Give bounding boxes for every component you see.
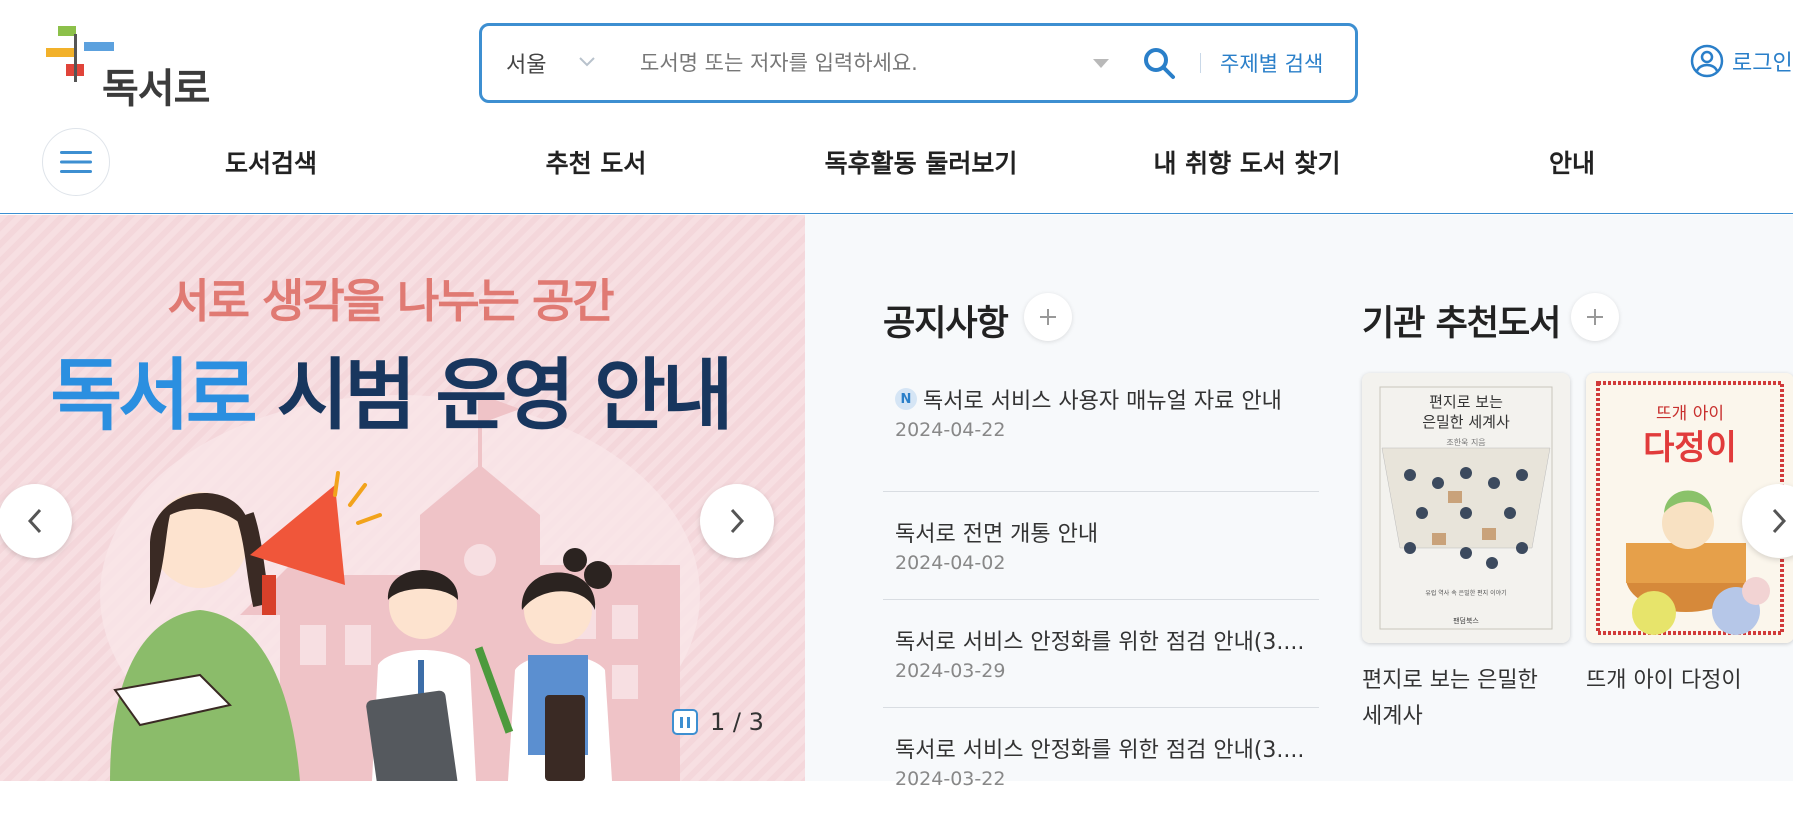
banner-page-indicator: 1 / 3 [710,708,764,736]
svg-text:편지로 보는: 편지로 보는 [1429,393,1503,411]
search-input[interactable] [640,44,1060,82]
plus-icon [1587,309,1603,325]
notice-item[interactable]: N 독서로 서비스 사용자 매뉴얼 자료 안내 2024-04-22 [883,375,1319,492]
login-button[interactable]: 로그인 [1690,44,1793,78]
book-card[interactable]: 편지로 보는 은밀한 세계사 조한욱 지음 유럽 역사 속 은밀한 편지 이야기… [1362,373,1570,735]
book-title: 편지로 보는 은밀한 세계사 [1362,668,1538,729]
banner-title-part1: 독서로 [50,351,257,441]
chevron-left-icon [27,508,42,534]
notice-title: 독서로 전면 개통 안내 [895,522,1099,547]
banner-next-button[interactable] [700,484,774,558]
notice-date: 2024-03-22 [895,768,1006,790]
notice-date: 2024-03-29 [895,660,1006,682]
chevron-right-icon [1772,508,1787,534]
nav-item-recommended-books[interactable]: 추천 도서 [546,144,647,180]
promo-banner[interactable]: 서로 생각을 나누는 공간 독서로 시범 운영 안내 1 / 3 [0,215,805,781]
menu-button[interactable] [42,128,110,196]
nav-item-taste-books[interactable]: 내 취향 도서 찾기 [1153,144,1340,180]
book-cover-art: 편지로 보는 은밀한 세계사 조한욱 지음 유럽 역사 속 은밀한 편지 이야기… [1362,373,1570,643]
svg-text:다정이: 다정이 [1643,428,1737,468]
chevron-down-icon[interactable] [577,55,597,69]
notice-item[interactable]: 독서로 서비스 안정화를 위한 점검 안내(3.... 2024-03-29 [883,600,1319,708]
nav-item-guide[interactable]: 안내 [1549,144,1595,180]
search-icon[interactable] [1140,44,1178,82]
book-cover: 편지로 보는 은밀한 세계사 조한욱 지음 유럽 역사 속 은밀한 편지 이야기… [1362,373,1570,643]
notices-title: 공지사항 [883,304,1009,344]
notice-list: N 독서로 서비스 사용자 매뉴얼 자료 안내 2024-04-22 독서로 전… [883,375,1319,816]
pause-icon [680,716,683,728]
pause-button[interactable] [672,709,698,735]
svg-text:은밀한 세계사: 은밀한 세계사 [1422,413,1510,431]
notice-date: 2024-04-22 [895,419,1006,441]
book-title: 뜨개 아이 다정이 [1586,668,1742,693]
user-icon [1690,44,1724,78]
notice-title: 독서로 서비스 사용자 매뉴얼 자료 안내 [923,389,1282,414]
new-badge: N [895,388,917,410]
main-nav: 도서검색 추천 도서 독후활동 둘러보기 내 취향 도서 찾기 안내 [0,122,1793,214]
svg-text:뜨개 아이: 뜨개 아이 [1656,404,1724,424]
login-label: 로그인 [1732,51,1793,76]
svg-text:조한욱 지음: 조한욱 지음 [1446,438,1485,447]
site-header: 독서로 서울 주제별 검색 로그인 [0,0,1793,122]
subject-search-button[interactable]: 주제별 검색 [1220,26,1323,100]
region-select[interactable]: 서울 [506,26,546,100]
notice-date: 2024-04-02 [895,552,1006,574]
banner-pager: 1 / 3 [672,708,764,736]
search-bar: 서울 주제별 검색 [479,23,1358,103]
chevron-right-icon [730,508,745,534]
site-logo[interactable]: 독서로 [44,24,224,112]
banner-subtitle: 서로 생각을 나누는 공간 [167,274,614,328]
plus-icon [1040,309,1056,325]
content-panel: 공지사항 N 독서로 서비스 사용자 매뉴얼 자료 안내 2024-04-22 … [805,215,1793,790]
notice-item[interactable]: 독서로 전면 개통 안내 2024-04-02 [883,492,1319,600]
notice-item[interactable]: 독서로 서비스 안정화를 위한 점검 안내(3.... 2024-03-22 [883,708,1319,816]
notices-more-button[interactable] [1024,293,1072,341]
search-divider [1200,53,1201,73]
recommended-title: 기관 추천도서 [1362,304,1561,344]
logo-text: 독서로 [102,66,210,112]
svg-text:유럽 역사 속 은밀한 편지 이야기: 유럽 역사 속 은밀한 편지 이야기 [1425,589,1506,597]
hamburger-icon [60,151,92,173]
recommended-more-button[interactable] [1571,293,1619,341]
banner-prev-button[interactable] [0,484,72,558]
notice-title: 독서로 서비스 안정화를 위한 점검 안내(3.... [895,738,1305,763]
region-select-value: 서울 [506,53,547,78]
banner-title-part2: 시범 운영 안내 [276,351,734,441]
banner-title: 독서로 시범 운영 안내 [0,333,780,445]
search-dropdown-caret-icon[interactable] [1093,59,1109,68]
notice-title: 독서로 서비스 안정화를 위한 점검 안내(3.... [895,630,1305,655]
nav-item-book-search[interactable]: 도서검색 [225,144,317,180]
svg-text:팬덤북스: 팬덤북스 [1453,616,1479,625]
nav-item-reading-activities[interactable]: 독후활동 둘러보기 [825,144,1018,180]
